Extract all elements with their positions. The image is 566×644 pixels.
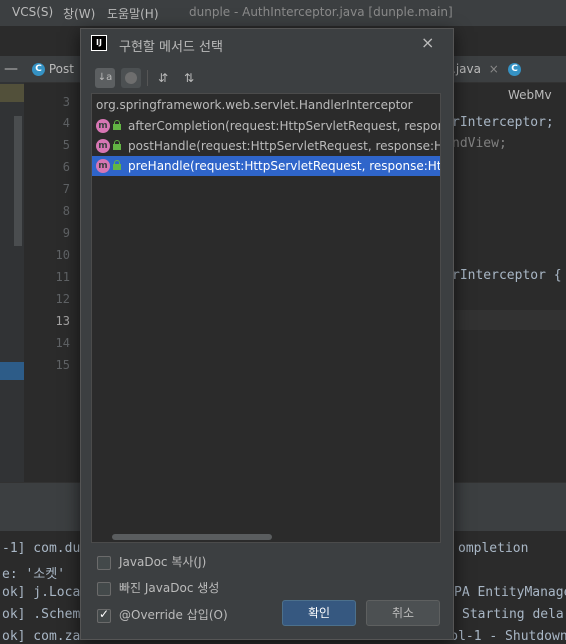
sort-alphabetically-icon[interactable]: ↓a z [95, 68, 115, 103]
expand-all-icon[interactable]: ⇵ [153, 68, 173, 88]
method-label: afterCompletion(request:HttpServletReque… [128, 119, 440, 133]
current-line-highlight [452, 310, 566, 330]
method-label: preHandle(request:HttpServletRequest, re… [128, 159, 440, 173]
checkbox[interactable] [97, 581, 111, 596]
option-label: JavaDoc 복사(J) [119, 555, 207, 569]
method-icon: m [96, 139, 110, 153]
code-line-5: ndView; [452, 136, 507, 151]
insert-override-option[interactable]: @Override 삽입(O) [97, 606, 228, 623]
generate-missing-javadoc-option[interactable]: 빠진 JavaDoc 생성 [97, 579, 219, 596]
method-tree[interactable]: org.springframework.web.servlet.HandlerI… [91, 93, 441, 543]
dialog-title: 구현할 메서드 선택 [119, 40, 223, 55]
public-access-icon [113, 140, 121, 151]
editor-tab-post[interactable]: C Post [32, 56, 74, 82]
console-line-tail: PA EntityManage [454, 585, 566, 600]
console-line-tail: ompletion [458, 541, 529, 556]
menu-vcs[interactable]: VCS(S) [12, 5, 53, 19]
tab-close-icon[interactable]: × [489, 62, 499, 76]
option-label: 빠진 JavaDoc 생성 [119, 581, 220, 595]
console-line: e: '소켓' [2, 567, 66, 582]
horizontal-scrollbar[interactable] [112, 534, 272, 540]
console-line-tail: Starting dela [462, 607, 564, 622]
editor-tab-webmvc[interactable]: C WebMv [508, 56, 566, 102]
line-number: 8 [62, 204, 70, 218]
copy-javadoc-option[interactable]: JavaDoc 복사(J) [97, 553, 206, 570]
line-number: 4 [62, 116, 70, 130]
code-line-11: rInterceptor { [452, 268, 562, 283]
console-line: ok] .Schem [2, 607, 81, 622]
checkbox[interactable] [97, 555, 111, 570]
checkbox-checked[interactable] [97, 607, 111, 623]
menu-window[interactable]: 창(W) [63, 5, 95, 22]
ok-button[interactable]: 확인 [282, 600, 356, 626]
line-number: 3 [62, 95, 70, 109]
option-label: @Override 삽입(O) [119, 608, 228, 622]
line-number: 6 [62, 160, 70, 174]
console-line: ok] j.Loca [2, 585, 81, 600]
method-icon: m [96, 119, 110, 133]
toolbar-separator [147, 70, 148, 86]
method-icon: m [96, 159, 110, 173]
line-number: 12 [55, 292, 70, 306]
implement-methods-dialog: IJ 구현할 메서드 선택 × ↓a z ⇵ ⇅ org.springframe… [80, 28, 454, 640]
method-row-selected[interactable]: m preHandle(request:HttpServletRequest, … [92, 156, 440, 176]
line-number: 11 [55, 270, 70, 284]
collapse-all-icon[interactable]: ⇅ [179, 68, 199, 88]
line-number: 5 [62, 138, 70, 152]
tab-label: WebMv [508, 88, 552, 102]
line-number: 14 [55, 336, 70, 350]
public-access-icon [113, 120, 121, 131]
line-number: 10 [55, 248, 70, 262]
method-row[interactable]: m postHandle(request:HttpServletRequest,… [92, 136, 440, 156]
line-number: 15 [55, 358, 70, 372]
line-number-current: 13 [55, 314, 70, 328]
tabs-menu-icon[interactable]: — [4, 56, 18, 82]
cancel-button[interactable]: 취소 [366, 600, 440, 626]
method-label: postHandle(request:HttpServletRequest, r… [128, 139, 440, 153]
public-access-icon [113, 160, 121, 171]
console-line: -1] com.du [2, 541, 81, 556]
line-number: 9 [62, 226, 70, 240]
show-classes-toggle-icon[interactable] [121, 68, 141, 88]
tab-label: Post [48, 62, 74, 76]
interface-node[interactable]: org.springframework.web.servlet.HandlerI… [96, 98, 413, 112]
intellij-logo-icon: IJ [91, 35, 107, 51]
editor-tab-auth[interactable]: .java × [452, 56, 499, 82]
menu-help[interactable]: 도움말(H) [107, 5, 159, 22]
close-icon[interactable]: × [421, 33, 434, 52]
class-icon: C [32, 63, 45, 76]
method-row[interactable]: m afterCompletion(request:HttpServletReq… [92, 116, 440, 136]
class-icon: C [508, 63, 521, 76]
window-title: dunple - AuthInterceptor.java [dunple.ma… [189, 5, 453, 19]
code-line-4: rInterceptor; [452, 115, 554, 130]
tab-label: .java [452, 62, 481, 76]
line-number: 7 [62, 182, 70, 196]
menu-bar: VCS(S) 창(W) 도움말(H) dunple - AuthIntercep… [0, 0, 566, 26]
